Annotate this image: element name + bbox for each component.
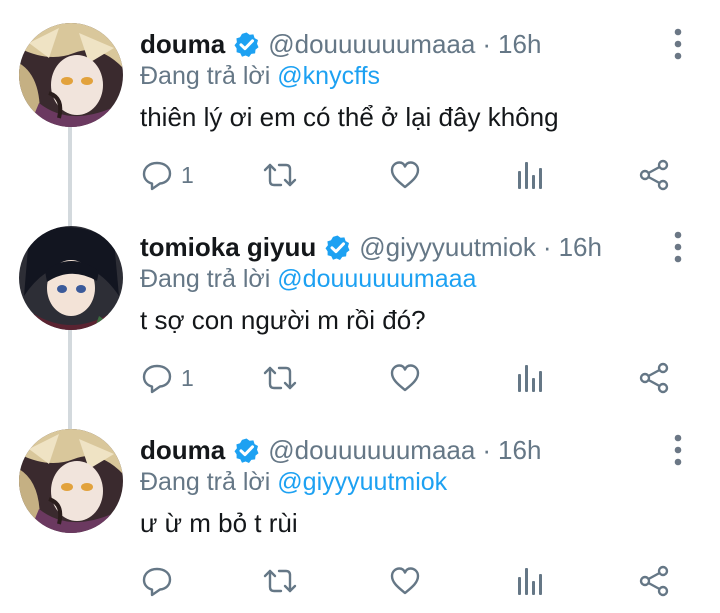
retweet-icon <box>263 163 297 187</box>
reply-button[interactable] <box>141 565 181 597</box>
tweet-header: douma @douuuuuumaaa · 16h <box>140 24 541 64</box>
like-button[interactable] <box>389 159 421 191</box>
retweet-button[interactable] <box>262 565 298 597</box>
like-button[interactable] <box>389 362 421 394</box>
retweet-icon <box>263 569 297 593</box>
retweet-button[interactable] <box>262 159 298 191</box>
timestamp[interactable]: 16h <box>498 435 541 466</box>
analytics-button[interactable] <box>515 159 545 191</box>
timestamp[interactable]: 16h <box>498 29 541 60</box>
more-vertical-icon[interactable] <box>667 229 689 265</box>
share-button[interactable] <box>638 362 670 394</box>
heart-icon <box>390 364 420 392</box>
verified-badge-icon <box>233 436 261 464</box>
display-name[interactable]: tomioka giyuu <box>140 232 316 263</box>
tweet[interactable]: tomioka giyuu @giyyyuutmiok · 16h Đang t… <box>0 203 720 406</box>
bar-chart-icon <box>518 568 542 595</box>
separator-dot: · <box>542 231 552 262</box>
replying-to-label: Đang trả lời <box>140 468 271 496</box>
reply-count: 1 <box>181 364 194 391</box>
tweet-header: douma @douuuuuumaaa · 16h <box>140 430 541 470</box>
user-handle[interactable]: @giyyyuutmiok <box>359 232 536 263</box>
verified-badge-icon <box>324 233 352 261</box>
avatar[interactable] <box>19 226 123 330</box>
user-handle[interactable]: @douuuuuumaaa <box>268 29 475 60</box>
share-button[interactable] <box>638 565 670 597</box>
heart-icon <box>390 567 420 595</box>
separator-dot: · <box>482 434 492 465</box>
heart-icon <box>390 161 420 189</box>
bar-chart-icon <box>518 162 542 189</box>
share-icon <box>639 362 669 394</box>
separator-dot: · <box>482 28 492 59</box>
tweet[interactable]: douma @douuuuuumaaa · 16h Đang trả lời @… <box>0 406 720 613</box>
replying-to-label: Đang trả lời <box>140 62 271 90</box>
analytics-button[interactable] <box>515 362 545 394</box>
tweet-text: t sợ con người m rồi đó? <box>140 305 426 335</box>
reply-button[interactable]: 1 <box>141 159 194 191</box>
tweet-actions: 1 <box>0 155 720 195</box>
more-vertical-icon[interactable] <box>667 26 689 62</box>
mention-link[interactable]: @knycffs <box>277 62 380 90</box>
replying-to: Đang trả lời @douuuuuumaaa <box>140 265 476 294</box>
tweet-actions: 1 <box>0 358 720 398</box>
share-button[interactable] <box>638 159 670 191</box>
reply-bubble-icon <box>142 161 172 191</box>
tweet-actions <box>0 561 720 601</box>
reply-button[interactable]: 1 <box>141 362 194 394</box>
display-name[interactable]: douma <box>140 435 225 466</box>
tweet-header: tomioka giyuu @giyyyuutmiok · 16h <box>140 227 602 267</box>
analytics-button[interactable] <box>515 565 545 597</box>
share-icon <box>639 565 669 597</box>
more-vertical-icon[interactable] <box>667 432 689 468</box>
replying-to-label: Đang trả lời <box>140 265 271 293</box>
display-name[interactable]: douma <box>140 29 225 60</box>
user-handle[interactable]: @douuuuuumaaa <box>268 435 475 466</box>
reply-bubble-icon <box>142 364 172 394</box>
mention-link[interactable]: @giyyyuutmiok <box>277 468 447 496</box>
share-icon <box>639 159 669 191</box>
replying-to: Đang trả lời @knycffs <box>140 62 380 91</box>
replying-to: Đang trả lời @giyyyuutmiok <box>140 468 447 497</box>
retweet-button[interactable] <box>262 362 298 394</box>
mention-link[interactable]: @douuuuuumaaa <box>277 265 476 293</box>
reply-count: 1 <box>181 161 194 188</box>
tweet-text: ư ừ m bỏ t rùi <box>140 508 298 538</box>
avatar[interactable] <box>19 429 123 533</box>
avatar[interactable] <box>19 23 123 127</box>
verified-badge-icon <box>233 30 261 58</box>
retweet-icon <box>263 366 297 390</box>
bar-chart-icon <box>518 365 542 392</box>
tweet[interactable]: douma @douuuuuumaaa · 16h Đang trả lời @… <box>0 0 720 203</box>
timestamp[interactable]: 16h <box>559 232 602 263</box>
reply-bubble-icon <box>142 567 172 597</box>
like-button[interactable] <box>389 565 421 597</box>
tweet-text: thiên lý ơi em có thể ở lại đây không <box>140 102 559 132</box>
